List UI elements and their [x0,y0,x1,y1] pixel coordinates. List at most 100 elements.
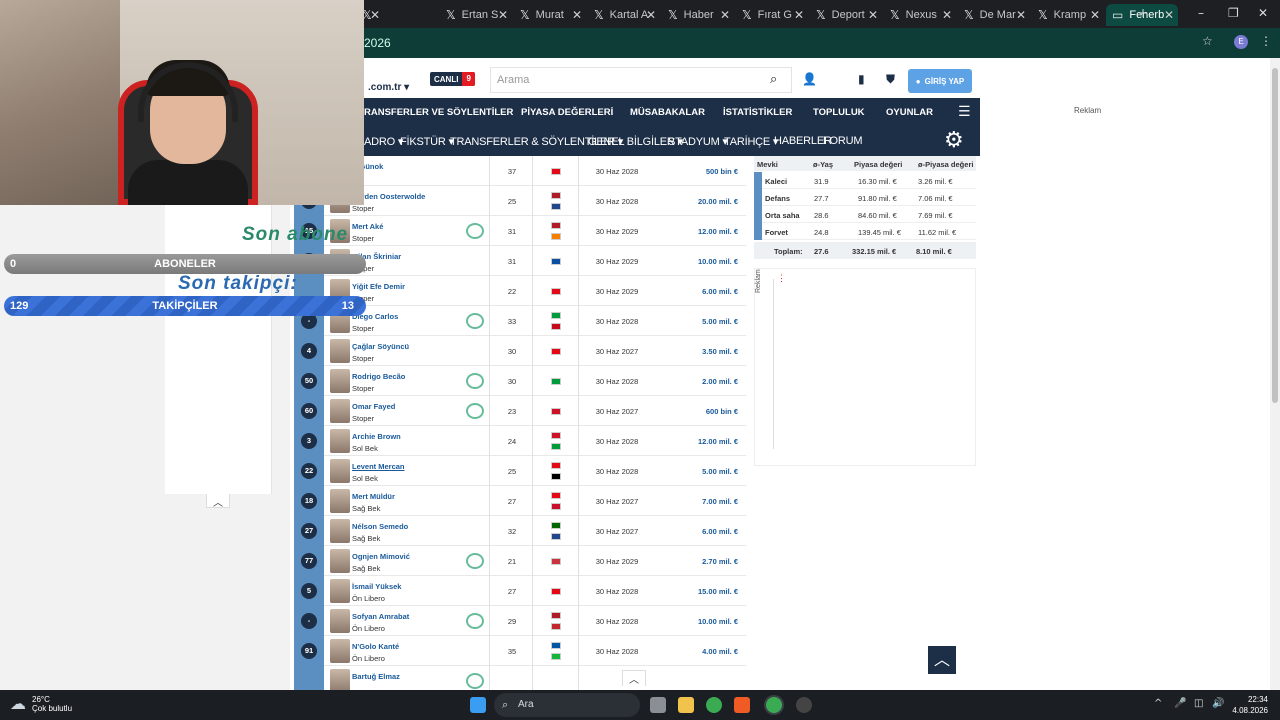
nav-community[interactable]: TOPLULUK [813,107,865,118]
loan-club-icon[interactable] [466,403,484,419]
player-name-link[interactable]: Ognjen Mimović [352,552,410,561]
close-icon[interactable]: ✕ [1164,8,1174,22]
player-photo[interactable] [330,549,350,573]
close-icon[interactable]: ✕ [720,8,730,22]
scroll-thumb[interactable] [1272,68,1278,403]
windows-start-icon[interactable] [470,697,486,713]
loan-club-icon[interactable] [466,223,484,239]
player-name-link[interactable]: Levent Mercan [352,462,405,471]
restore-button[interactable]: ❐ [1228,6,1239,20]
subnav-forum[interactable]: FORUM [823,135,863,147]
player-name-link[interactable]: Yiğit Efe Demir [352,282,405,291]
file-explorer-icon[interactable] [678,697,694,713]
market-value-link[interactable]: 6.00 mil. € [702,287,738,296]
minimize-button[interactable]: – [1198,6,1204,20]
market-value-link[interactable]: 20.00 mil. € [698,197,738,206]
market-value-link[interactable]: 4.00 mil. € [702,647,738,656]
nav-transfers[interactable]: RANSFERLER VE SÖYLENTİLER [364,107,513,118]
loan-club-icon[interactable] [466,613,484,629]
player-photo[interactable] [330,399,350,423]
chevron-up-icon[interactable]: ︿ [206,494,230,509]
player-name-link[interactable]: Sofyan Amrabat [352,612,409,621]
player-name-link[interactable]: Mert Aké [352,222,383,231]
close-icon[interactable]: ✕ [868,8,878,22]
player-name-link[interactable]: Mert Müldür [352,492,395,501]
loan-club-icon[interactable] [466,373,484,389]
close-icon[interactable]: ✕ [1090,8,1100,22]
nav-games[interactable]: OYUNLAR [886,107,933,118]
player-photo[interactable] [330,639,350,663]
player-name-link[interactable]: Çağlar Söyüncü [352,342,409,351]
close-icon[interactable]: ✕ [572,8,582,22]
player-name-link[interactable]: Nélson Semedo [352,522,408,531]
player-name-link[interactable]: N'Golo Kanté [352,642,399,651]
market-value-link[interactable]: 5.00 mil. € [702,467,738,476]
shield-icon[interactable]: ⛊ [886,72,895,87]
browser-tab[interactable]: 𝕏 Fırat G ✕ [736,4,808,26]
player-photo[interactable] [330,429,350,453]
user-search-icon[interactable]: 👤 [802,72,817,86]
market-value-link[interactable]: 10.00 mil. € [698,617,738,626]
weather-widget[interactable]: ☁ 26°C Çok bulutlu [10,694,72,713]
scroll-to-top-button[interactable]: ︿ [928,646,956,674]
search-input[interactable]: Arama [490,67,792,93]
loan-club-icon[interactable] [466,313,484,329]
subnav-stadium[interactable]: STADYUM ▾ [668,135,728,148]
market-value-link[interactable]: 12.00 mil. € [698,437,738,446]
hamburger-menu-icon[interactable]: ☰ [958,104,971,120]
market-value-link[interactable]: 12.00 mil. € [698,227,738,236]
close-icon[interactable]: ✕ [498,8,508,22]
microphone-icon[interactable]: 🎤 [1174,698,1186,709]
player-photo[interactable] [330,669,350,690]
chrome-icon[interactable] [706,697,722,713]
close-icon[interactable]: ✕ [942,8,952,22]
player-photo[interactable] [330,339,350,363]
close-icon[interactable]: ✕ [1016,8,1026,22]
market-value-link[interactable]: 500 bin € [706,167,738,176]
site-domain[interactable]: .com.tr ▾ [368,82,409,93]
browser-tab[interactable]: 𝕏 Haber ✕ [662,4,734,26]
gear-icon[interactable]: ⚙ [944,128,964,153]
page-scrollbar[interactable] [1270,58,1280,690]
login-button[interactable]: ● GİRİŞ YAP [908,69,972,93]
player-photo[interactable] [330,369,350,393]
loan-club-icon[interactable] [466,553,484,569]
nav-statistics[interactable]: İSTATİSTİKLER [723,107,792,118]
brave-icon[interactable] [734,697,750,713]
chrome-active-icon[interactable] [766,697,782,713]
live-badge[interactable]: CANLI 9 [430,72,475,86]
browser-tab[interactable]: 𝕏 Murat ✕ [514,4,586,26]
player-photo[interactable] [330,489,350,513]
player-name-link[interactable]: İsmail Yüksek [352,582,401,591]
browser-tab[interactable]: 𝕏 Ertan S ✕ [440,4,512,26]
obs-icon[interactable] [796,697,812,713]
player-photo[interactable] [330,609,350,633]
browser-tab[interactable]: 𝕏 Kartal A ✕ [588,4,660,26]
nav-market-values[interactable]: PİYASA DEĞERLERİ [521,107,613,118]
close-icon[interactable]: ✕ [794,8,804,22]
market-value-link[interactable]: 2.00 mil. € [702,377,738,386]
browser-tab[interactable]: 𝕏 De Mar ✕ [958,4,1030,26]
taskbar-clock[interactable]: 22:34 4.08.2026 [1232,694,1268,716]
browser-tab[interactable]: 𝕏 Kramp ✕ [1032,4,1104,26]
close-icon[interactable]: ✕ [370,8,380,22]
player-photo[interactable] [330,459,350,483]
chevron-up-icon[interactable]: ^ [1154,698,1162,709]
market-value-link[interactable]: 6.00 mil. € [702,527,738,536]
bookmark-icon[interactable]: ▮ [858,72,865,86]
market-value-link[interactable]: 600 bin € [706,407,738,416]
volume-icon[interactable]: 🔊 [1212,698,1224,709]
menu-icon[interactable]: ⋮ [1260,34,1272,48]
chevron-up-icon[interactable]: ︿ [622,670,646,686]
profile-avatar[interactable]: E [1234,35,1248,49]
market-value-link[interactable]: 2.70 mil. € [702,557,738,566]
player-name-link[interactable]: Archie Brown [352,432,401,441]
network-icon[interactable]: ◫ [1194,698,1203,709]
subnav-squad[interactable]: ADRO ▾ [364,135,403,148]
search-icon[interactable]: ⌕ [770,72,777,87]
market-value-link[interactable]: 10.00 mil. € [698,257,738,266]
market-value-link[interactable]: 7.00 mil. € [702,497,738,506]
market-value-link[interactable]: 3.50 mil. € [702,347,738,356]
new-tab-button[interactable]: + [1138,6,1148,20]
player-name-link[interactable]: Omar Fayed [352,402,395,411]
